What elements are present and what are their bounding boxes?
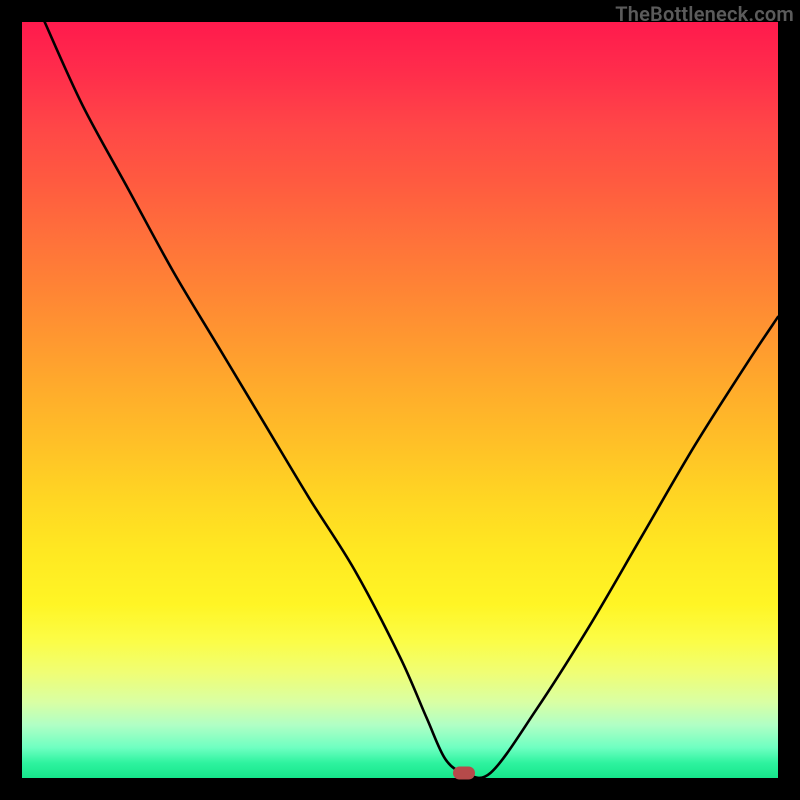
optimum-marker [453,766,475,779]
chart-svg [22,22,778,778]
bottleneck-curve-line [45,22,778,778]
